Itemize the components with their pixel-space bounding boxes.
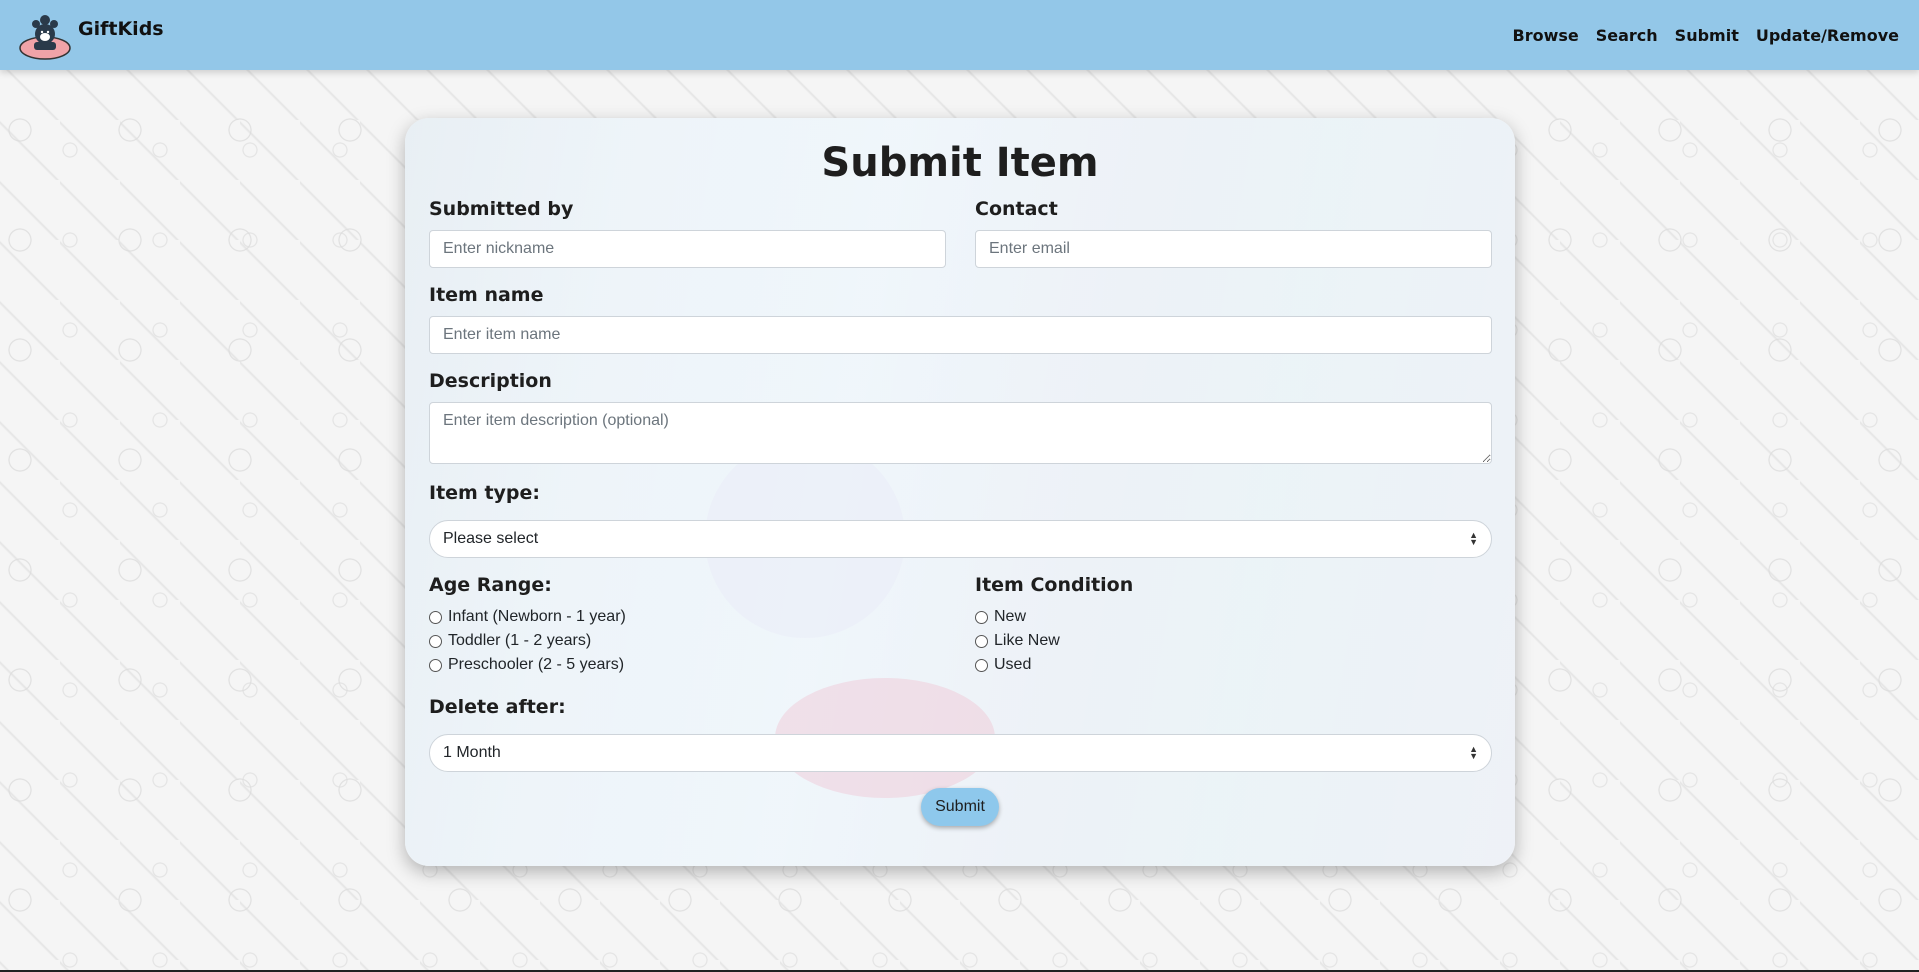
navbar: GiftKids Browse Search Submit Update/Rem… — [0, 0, 1919, 70]
item-name-input[interactable] — [429, 316, 1492, 354]
submitted-by-label: Submitted by — [429, 198, 574, 220]
age-option-label: Preschooler (2 - 5 years) — [448, 656, 625, 673]
delete-after-select[interactable]: 1 Month ▲ ▼ — [429, 734, 1492, 772]
age-option-label: Infant (Newborn - 1 year) — [448, 608, 626, 625]
nav-links: Browse Search Submit Update/Remove — [1513, 26, 1900, 45]
brand-name: GiftKids — [78, 18, 164, 40]
radio-button[interactable] — [975, 610, 988, 624]
submit-form-card: Submit Item Submitted by Contact Item na… — [405, 118, 1515, 866]
nav-search-link[interactable]: Search — [1596, 26, 1658, 45]
delete-after-label: Delete after: — [429, 696, 566, 718]
radio-button[interactable] — [975, 658, 988, 672]
nav-browse-link[interactable]: Browse — [1513, 26, 1579, 45]
radio-button[interactable] — [429, 634, 442, 648]
item-condition-label: Item Condition — [975, 574, 1134, 596]
bear-logo-icon — [18, 10, 72, 60]
brand[interactable]: GiftKids — [18, 10, 164, 60]
email-input[interactable] — [975, 230, 1492, 268]
item-name-label: Item name — [429, 284, 544, 306]
item-type-select[interactable]: Please select ▲ ▼ — [429, 520, 1492, 558]
delete-after-selected-value: 1 Month — [443, 744, 501, 761]
radio-button[interactable] — [429, 658, 442, 672]
submit-button[interactable]: Submit — [921, 788, 999, 826]
radio-button[interactable] — [429, 610, 442, 624]
description-textarea[interactable] — [429, 402, 1492, 464]
select-arrows-icon: ▲ ▼ — [1469, 530, 1478, 547]
age-range-label: Age Range: — [429, 574, 552, 596]
condition-option-new[interactable]: New — [975, 608, 1026, 626]
condition-option-like-new[interactable]: Like New — [975, 632, 1060, 650]
contact-label: Contact — [975, 198, 1058, 220]
item-type-label: Item type: — [429, 482, 541, 504]
condition-option-used[interactable]: Used — [975, 656, 1031, 674]
nav-update-remove-link[interactable]: Update/Remove — [1756, 26, 1899, 45]
age-option-infant[interactable]: Infant (Newborn - 1 year) — [429, 608, 626, 626]
age-option-label: Toddler (1 - 2 years) — [448, 632, 592, 649]
age-option-toddler[interactable]: Toddler (1 - 2 years) — [429, 632, 591, 650]
age-option-preschooler[interactable]: Preschooler (2 - 5 years) — [429, 656, 624, 674]
nav-submit-link[interactable]: Submit — [1675, 26, 1739, 45]
nickname-input[interactable] — [429, 230, 946, 268]
page-title: Submit Item — [821, 140, 1099, 186]
condition-option-label: Like New — [994, 632, 1060, 649]
condition-option-label: New — [994, 608, 1027, 625]
radio-button[interactable] — [975, 634, 988, 648]
select-arrows-icon: ▲ ▼ — [1469, 744, 1478, 761]
description-label: Description — [429, 370, 552, 392]
item-type-selected-value: Please select — [443, 530, 539, 547]
condition-option-label: Used — [994, 656, 1032, 673]
